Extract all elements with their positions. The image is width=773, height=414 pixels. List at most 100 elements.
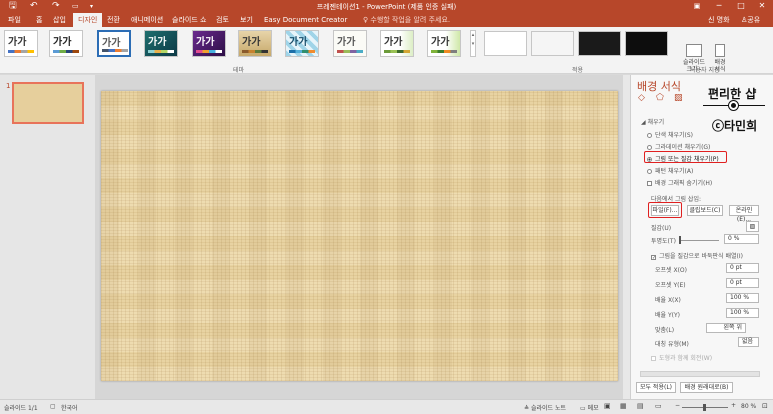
scale-y-label: 배율 Y(Y) bbox=[655, 312, 680, 319]
comments-button[interactable]: ▭ 메모 bbox=[580, 403, 599, 412]
gradient-fill-option[interactable]: 그라데이션 채우기(G) bbox=[647, 142, 710, 151]
theme-9[interactable]: 가가 bbox=[380, 30, 414, 57]
variants-group-label: 적용 bbox=[572, 67, 584, 74]
reading-view-icon[interactable]: ▤ bbox=[637, 402, 644, 410]
pentagon-icon[interactable]: ⬠ bbox=[656, 93, 664, 103]
tab-design[interactable]: 디자인 bbox=[73, 13, 103, 27]
rotate-with-shape-option[interactable]: 도형과 함께 회전(W) bbox=[651, 353, 712, 362]
radio-pattern bbox=[647, 169, 652, 174]
lightbulb-icon: ♀ bbox=[363, 16, 369, 24]
variant-1[interactable] bbox=[484, 31, 527, 56]
tab-slide-show[interactable]: 슬라이드 쇼 bbox=[172, 13, 206, 27]
mirror-type-select[interactable]: 없음 bbox=[738, 337, 759, 347]
chevron-down-icon: ▾ bbox=[471, 41, 475, 47]
tab-insert[interactable]: 삽입 bbox=[53, 13, 66, 27]
tab-view[interactable]: 보기 bbox=[240, 13, 253, 27]
slide-thumbnail[interactable] bbox=[12, 82, 84, 124]
variant-2[interactable] bbox=[531, 31, 574, 56]
notes-icon: ≜ bbox=[524, 405, 530, 412]
theme-3[interactable]: 가가 bbox=[97, 30, 131, 57]
zoom-slider-thumb[interactable] bbox=[703, 404, 706, 411]
transparency-slider[interactable] bbox=[679, 240, 719, 241]
online-button[interactable]: 온라인(E)... bbox=[729, 205, 759, 223]
offset-x-label: 오프셋 X(O) bbox=[655, 267, 687, 274]
tab-easy-document-creator[interactable]: Easy Document Creator bbox=[264, 13, 347, 27]
tab-review[interactable]: 검토 bbox=[216, 13, 229, 27]
user-name[interactable]: 신 명화 bbox=[708, 13, 730, 27]
checkbox-tile-checked: ✓ bbox=[651, 255, 657, 261]
fill-bucket-icon[interactable]: ◇ bbox=[638, 93, 645, 103]
mirror-type-label: 대칭 유형(M) bbox=[655, 341, 689, 348]
tile-picture-option[interactable]: ✓ 그림을 질감으로 바둑판식 배열(I) bbox=[651, 251, 743, 261]
chevron-up-icon: ▴ bbox=[471, 32, 475, 38]
comment-icon: ▭ bbox=[580, 405, 586, 412]
theme-gallery-scroll[interactable]: ▴ ▾ bbox=[470, 30, 476, 57]
title-bar: 🖫 ↶ ↷ ▭ ▾ 프레젠테이션1 - PowerPoint (제품 인증 실패… bbox=[0, 0, 773, 13]
reset-background-button[interactable]: 배경 원래대로(B) bbox=[680, 382, 733, 393]
transparency-input[interactable]: 0 % bbox=[724, 234, 759, 244]
slide-count: 슬라이드 1/1 bbox=[4, 405, 38, 412]
apply-to-all-button[interactable]: 모두 적용(L) bbox=[636, 382, 676, 393]
picture-icon[interactable]: ▨ bbox=[674, 93, 683, 103]
tab-transitions[interactable]: 전환 bbox=[107, 13, 120, 27]
format-background-icon bbox=[715, 44, 725, 57]
solid-fill-option[interactable]: 단색 채우기(S) bbox=[647, 130, 693, 139]
scale-x-label: 배율 X(X) bbox=[655, 297, 681, 304]
zoom-out-button[interactable]: − bbox=[675, 402, 680, 409]
tab-file[interactable]: 파일 bbox=[8, 13, 21, 27]
pane-horizontal-scrollbar[interactable] bbox=[640, 371, 760, 377]
theme-5[interactable]: 가가 bbox=[192, 30, 226, 57]
customize-group-label: 사용자 지정 bbox=[690, 67, 720, 74]
alignment-select[interactable]: 왼쪽 위 bbox=[706, 323, 746, 333]
theme-8[interactable]: 가가 bbox=[333, 30, 367, 57]
scale-y-input[interactable]: 100 % bbox=[726, 308, 759, 318]
tab-home[interactable]: 홈 bbox=[36, 13, 42, 27]
vertical-scrollbar[interactable] bbox=[623, 75, 630, 399]
watermark-credit: ⓒ타민희 bbox=[712, 119, 758, 133]
language-indicator[interactable]: 한국어 bbox=[61, 403, 78, 412]
notes-button[interactable]: ≜ 슬라이드 노트 bbox=[524, 403, 566, 412]
theme-office[interactable]: 가가 bbox=[4, 30, 38, 57]
normal-view-icon[interactable]: ▣ bbox=[604, 402, 611, 410]
spellcheck-icon[interactable]: ▢ bbox=[50, 403, 56, 410]
slideshow-view-icon[interactable]: ▭ bbox=[655, 402, 662, 410]
fit-to-window-icon[interactable]: ⊡ bbox=[762, 402, 768, 410]
offset-y-label: 오프셋 Y(E) bbox=[655, 282, 686, 289]
variant-4[interactable] bbox=[625, 31, 668, 56]
theme-4[interactable]: 가가 bbox=[144, 30, 178, 57]
tab-animations[interactable]: 애니메이션 bbox=[131, 13, 163, 27]
window-title: 프레젠테이션1 - PowerPoint (제품 인증 실패) bbox=[316, 3, 457, 11]
close-button[interactable]: ✕ bbox=[749, 0, 773, 13]
tell-me-search[interactable]: ♀ 수행할 작업을 알려 주세요. bbox=[363, 13, 450, 27]
pane-title: 배경 서식 bbox=[637, 80, 681, 93]
variant-3[interactable] bbox=[578, 31, 621, 56]
checkbox-rotate bbox=[651, 356, 656, 361]
transparency-label: 투명도(T) bbox=[651, 238, 676, 245]
radio-gradient bbox=[647, 145, 652, 150]
zoom-level[interactable]: 80 % bbox=[741, 403, 756, 410]
clipboard-button[interactable]: 클립보드(C) bbox=[687, 205, 723, 216]
theme-6[interactable]: 가가 bbox=[238, 30, 272, 57]
texture-icon: ▨ bbox=[749, 223, 756, 230]
zoom-in-button[interactable]: + bbox=[731, 402, 736, 409]
slide-size-icon bbox=[686, 44, 702, 57]
theme-7[interactable]: 가가 bbox=[285, 30, 319, 57]
slide-canvas[interactable] bbox=[101, 91, 618, 381]
texture-picker[interactable]: ▨ bbox=[746, 221, 759, 232]
themes-group-label: 테마 bbox=[233, 67, 245, 74]
hide-background-graphics-option[interactable]: 배경 그래픽 숨기기(H) bbox=[647, 178, 712, 187]
offset-x-input[interactable]: 0 pt bbox=[726, 263, 759, 273]
theme-10[interactable]: 가가 bbox=[427, 30, 461, 57]
share-button[interactable]: ♙공유 bbox=[741, 13, 760, 27]
texture-label: 질감(U) bbox=[651, 225, 672, 232]
pattern-fill-option[interactable]: 패턴 채우기(A) bbox=[647, 166, 693, 175]
scale-x-input[interactable]: 100 % bbox=[726, 293, 759, 303]
collapse-arrow-icon: ◢ bbox=[641, 119, 646, 126]
watermark-title: 편리한 샵 bbox=[708, 87, 757, 101]
slide-sorter-icon[interactable]: ▦ bbox=[620, 402, 627, 410]
offset-y-input[interactable]: 0 pt bbox=[726, 278, 759, 288]
ribbon: 가가 가가 가가 가가 가가 가가 가가 가가 가가 가가 ▴ ▾ 테마 적용 … bbox=[0, 27, 773, 74]
transparency-slider-thumb[interactable] bbox=[679, 236, 681, 244]
fill-section-header[interactable]: ◢ 채우기 bbox=[641, 117, 664, 126]
theme-2[interactable]: 가가 bbox=[49, 30, 83, 57]
